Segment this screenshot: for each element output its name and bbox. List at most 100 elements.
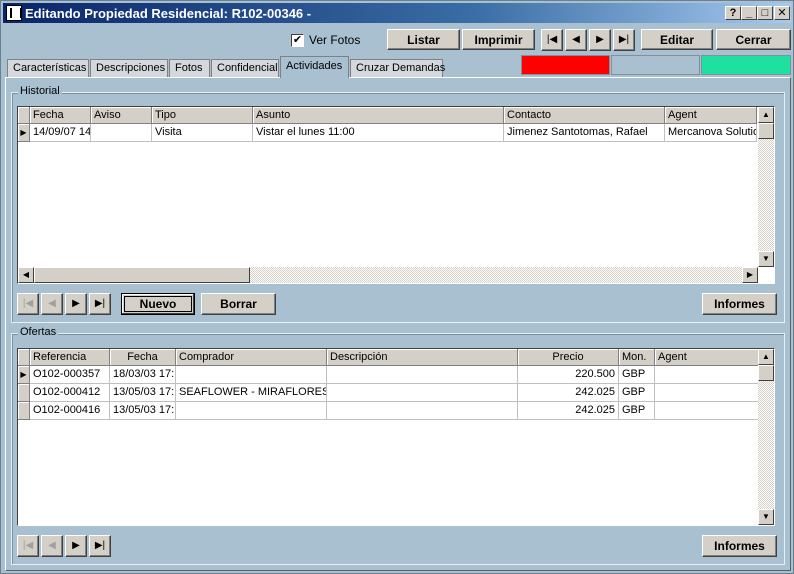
historial-informes-button[interactable]: Informes [702, 293, 777, 315]
historial-vscroll[interactable]: ▲ ▼ [758, 107, 774, 267]
nuevo-button[interactable]: Nuevo [121, 293, 195, 315]
check-icon[interactable]: ✔ [291, 33, 304, 47]
cell-referencia[interactable]: O102-000412 [30, 384, 110, 402]
historial-first-button[interactable]: |◀ [17, 293, 39, 315]
next-record-icon: ▶ [72, 540, 80, 551]
scroll-down-icon[interactable]: ▼ [758, 509, 774, 525]
table-row[interactable]: O102-000416 13/05/03 17: 242.025 GBP [18, 402, 759, 420]
cell-referencia[interactable]: O102-000357 [30, 366, 110, 384]
cell-descripcion[interactable] [327, 402, 518, 420]
cell-agent[interactable] [655, 384, 759, 402]
cell-comprador[interactable] [176, 366, 327, 384]
historial-prev-button[interactable]: ◀ [41, 293, 63, 315]
record-prev-button[interactable]: ◀ [565, 29, 587, 51]
col-moneda[interactable]: Mon. [619, 349, 655, 366]
cell-referencia[interactable]: O102-000416 [30, 402, 110, 420]
col-comprador[interactable]: Comprador [176, 349, 327, 366]
ofertas-prev-button[interactable]: ◀ [41, 535, 63, 557]
cell-moneda[interactable]: GBP [619, 366, 655, 384]
cell-agent[interactable]: Mercanova Solutions [665, 124, 757, 142]
borrar-button[interactable]: Borrar [201, 293, 276, 315]
scroll-thumb[interactable] [758, 123, 774, 139]
cell-asunto[interactable]: Vistar el lunes 11:00 [253, 124, 504, 142]
editar-button[interactable]: Editar [641, 29, 713, 50]
historial-next-button[interactable]: ▶ [65, 293, 87, 315]
ofertas-next-button[interactable]: ▶ [65, 535, 87, 557]
cell-agent[interactable] [655, 366, 759, 384]
tab-descripciones[interactable]: Descripciones [90, 59, 168, 77]
listar-button[interactable]: Listar [387, 29, 460, 50]
minimize-button[interactable]: _ [741, 6, 757, 20]
hscroll-thumb[interactable] [34, 267, 250, 283]
scroll-right-icon[interactable]: ▶ [742, 267, 758, 283]
cell-precio[interactable]: 242.025 [518, 384, 619, 402]
ofertas-first-button[interactable]: |◀ [17, 535, 39, 557]
col-descripcion[interactable]: Descripción [327, 349, 518, 366]
row-indicator [18, 384, 30, 402]
ofertas-informes-button[interactable]: Informes [702, 535, 777, 557]
col-fecha[interactable]: Fecha [30, 107, 91, 124]
record-next-button[interactable]: ▶ [589, 29, 611, 51]
table-row[interactable]: ▶ 14/09/07 14 Visita Vistar el lunes 11:… [18, 124, 757, 142]
tab-fotos[interactable]: Fotos [169, 59, 210, 77]
ofertas-vscroll[interactable]: ▲ ▼ [758, 349, 774, 525]
close-window-button[interactable]: ✕ [774, 6, 790, 20]
col-precio[interactable]: Precio [518, 349, 619, 366]
col-fecha[interactable]: Fecha [110, 349, 176, 366]
ofertas-last-button[interactable]: ▶| [89, 535, 111, 557]
col-agent[interactable]: Agent [655, 349, 759, 366]
title-bar[interactable]: Editando Propiedad Residencial: R102-003… [3, 3, 791, 23]
first-record-icon: |◀ [22, 298, 34, 309]
cell-moneda[interactable]: GBP [619, 384, 655, 402]
cell-precio[interactable]: 242.025 [518, 402, 619, 420]
cell-comprador[interactable]: SEAFLOWER - MIRAFLORES, [176, 384, 327, 402]
prev-record-icon: ◀ [48, 540, 56, 551]
cell-agent[interactable] [655, 402, 759, 420]
cell-descripcion[interactable] [327, 366, 518, 384]
historial-last-button[interactable]: ▶| [89, 293, 111, 315]
cell-tipo[interactable]: Visita [152, 124, 253, 142]
scroll-up-icon[interactable]: ▲ [758, 349, 774, 365]
cell-comprador[interactable] [176, 402, 327, 420]
record-last-button[interactable]: ▶| [613, 29, 635, 51]
ver-fotos-checkbox[interactable]: ✔ Ver Fotos [291, 32, 360, 48]
cell-fecha[interactable]: 14/09/07 14 [30, 124, 91, 142]
col-contacto[interactable]: Contacto [504, 107, 665, 124]
tab-actividades[interactable]: Actividades [280, 56, 349, 78]
first-record-icon: |◀ [22, 540, 34, 551]
record-first-button[interactable]: |◀ [541, 29, 563, 51]
tab-cruzar-demandas[interactable]: Cruzar Demandas [350, 59, 445, 77]
ofertas-header: Referencia Fecha Comprador Descripción P… [18, 349, 759, 366]
cell-moneda[interactable]: GBP [619, 402, 655, 420]
help-button[interactable]: ? [725, 6, 741, 20]
col-referencia[interactable]: Referencia [30, 349, 110, 366]
scroll-left-icon[interactable]: ◀ [18, 267, 34, 283]
col-aviso[interactable]: Aviso [91, 107, 152, 124]
cell-fecha[interactable]: 13/05/03 17: [110, 402, 176, 420]
cell-fecha[interactable]: 13/05/03 17: [110, 384, 176, 402]
cell-descripcion[interactable] [327, 384, 518, 402]
cell-precio[interactable]: 220.500 [518, 366, 619, 384]
ofertas-grid[interactable]: Referencia Fecha Comprador Descripción P… [17, 348, 775, 526]
col-asunto[interactable]: Asunto [253, 107, 504, 124]
scroll-thumb[interactable] [758, 365, 774, 381]
maximize-button[interactable]: □ [757, 6, 773, 20]
scroll-down-icon[interactable]: ▼ [758, 251, 774, 267]
imprimir-button[interactable]: Imprimir [462, 29, 535, 50]
table-row[interactable]: O102-000412 13/05/03 17: SEAFLOWER - MIR… [18, 384, 759, 402]
tab-caracteristicas[interactable]: Características [7, 59, 89, 77]
col-agent[interactable]: Agent [665, 107, 757, 124]
cell-aviso[interactable] [91, 124, 152, 142]
historial-header: Fecha Aviso Tipo Asunto Contacto Agent [18, 107, 757, 124]
historial-hscroll[interactable]: ◀ ▶ [18, 267, 758, 283]
row-indicator-header [18, 349, 30, 366]
cerrar-button[interactable]: Cerrar [716, 29, 791, 50]
scroll-up-icon[interactable]: ▲ [758, 107, 774, 123]
tab-confidencial[interactable]: Confidencial [211, 59, 279, 77]
cell-fecha[interactable]: 18/03/03 17: [110, 366, 176, 384]
col-tipo[interactable]: Tipo [152, 107, 253, 124]
table-row[interactable]: ▶ O102-000357 18/03/03 17: 220.500 GBP [18, 366, 759, 384]
row-indicator [18, 402, 30, 420]
cell-contacto[interactable]: Jimenez Santotomas, Rafael [504, 124, 665, 142]
historial-grid[interactable]: Fecha Aviso Tipo Asunto Contacto Agent ▶… [17, 106, 775, 284]
